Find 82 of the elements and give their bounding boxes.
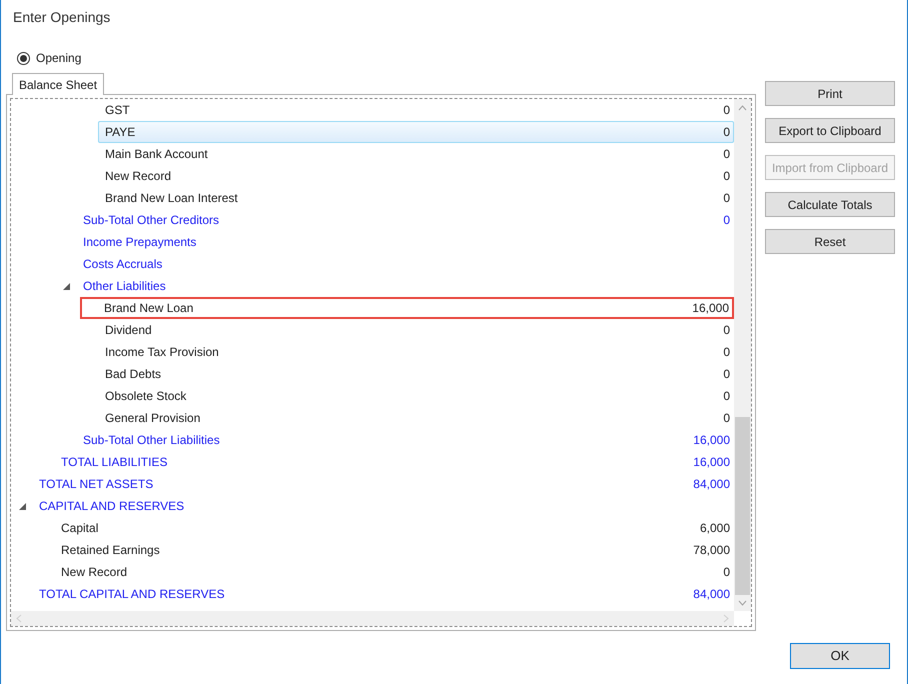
tree-row[interactable]: TOTAL NET ASSETS 84,000	[32, 473, 734, 495]
row-amount: 16,000	[693, 454, 730, 471]
action-button[interactable]: Reset	[765, 229, 895, 254]
row-amount: 0	[723, 190, 730, 207]
row-amount: 0	[723, 102, 730, 119]
row-amount: 0	[723, 388, 730, 405]
row-label: CAPITAL AND RESERVES	[39, 498, 184, 515]
scroll-left-icon[interactable]	[16, 614, 22, 623]
tree-row[interactable]: Retained Earnings 78,000	[54, 539, 734, 561]
ok-button[interactable]: OK	[790, 643, 890, 669]
row-label: Brand New Loan Interest	[105, 190, 238, 207]
row-amount: 0	[723, 564, 730, 581]
tree-row[interactable]: Brand New Loan 16,000	[80, 297, 734, 319]
row-label: TOTAL NET ASSETS	[39, 476, 154, 493]
row-amount: 0	[723, 146, 730, 163]
row-label: Sub-Total Other Liabilities	[83, 432, 220, 449]
row-label: General Provision	[105, 410, 200, 427]
tab[interactable]: Balance Sheet	[12, 73, 104, 95]
row-label: Main Bank Account	[105, 146, 208, 163]
row-label: New Record	[61, 564, 128, 581]
row-label: Sub-Total Other Creditors	[83, 212, 220, 229]
tree-row[interactable]: Costs Accruals	[76, 253, 734, 275]
tree-row[interactable]: PAYE 0	[98, 121, 734, 143]
row-label: Brand New Loan	[104, 300, 194, 317]
tree-row[interactable]: Income Prepayments	[76, 231, 734, 253]
row-amount: 0	[723, 410, 730, 427]
action-button[interactable]: Export to Clipboard	[765, 118, 895, 143]
row-amount: 84,000	[693, 476, 730, 493]
scroll-up-icon[interactable]	[738, 105, 747, 111]
tree-row[interactable]: New Record 0	[98, 165, 734, 187]
row-label: TOTAL LIABILITIES	[61, 454, 168, 471]
action-button[interactable]: Print	[765, 81, 895, 106]
row-amount: 16,000	[692, 300, 729, 317]
row-label: Obsolete Stock	[105, 388, 186, 405]
row-label: Retained Earnings	[61, 542, 160, 559]
tree-row[interactable]: Sub-Total Other Creditors 0	[76, 209, 734, 231]
horizontal-scrollbar[interactable]	[11, 611, 734, 626]
tree-row[interactable]: Income Tax Provision 0	[98, 341, 734, 363]
row-label: Capital	[61, 520, 98, 537]
row-label: PAYE	[105, 124, 136, 141]
action-button[interactable]: Calculate Totals	[765, 192, 895, 217]
row-label: GST	[105, 102, 130, 119]
tree-row[interactable]: Dividend 0	[98, 319, 734, 341]
row-amount: 0	[723, 366, 730, 383]
tree-row[interactable]: Obsolete Stock 0	[98, 385, 734, 407]
tree-row[interactable]: Capital 6,000	[54, 517, 734, 539]
row-amount: 78,000	[693, 542, 730, 559]
row-amount: 0	[723, 124, 730, 141]
window-title: Enter Openings	[13, 8, 110, 27]
row-amount: 84,000	[693, 586, 730, 603]
scroll-down-icon[interactable]	[738, 600, 747, 606]
row-label: Dividend	[105, 322, 152, 339]
row-amount: 0	[723, 344, 730, 361]
scroll-right-icon[interactable]	[723, 614, 729, 623]
tree-row[interactable]: Bad Debts 0	[98, 363, 734, 385]
expanded-triangle-icon[interactable]	[62, 282, 70, 290]
row-amount: 0	[723, 322, 730, 339]
row-amount: 16,000	[693, 432, 730, 449]
scroll-thumb[interactable]	[735, 417, 750, 595]
tree-row[interactable]: Sub-Total Other Liabilities 16,000	[76, 429, 734, 451]
tree-row[interactable]: General Provision 0	[98, 407, 734, 429]
tree-row[interactable]: GST 0	[98, 99, 734, 121]
row-label: Income Prepayments	[83, 234, 196, 251]
tree-row[interactable]: New Record 0	[54, 561, 734, 583]
tree-row[interactable]: Other Liabilities	[76, 275, 734, 297]
tree-row[interactable]: CAPITAL AND RESERVES	[32, 495, 734, 517]
row-amount: 6,000	[700, 520, 730, 537]
vertical-scrollbar[interactable]	[734, 99, 751, 611]
row-label: Bad Debts	[105, 366, 162, 383]
tree-row[interactable]: TOTAL LIABILITIES 16,000	[54, 451, 734, 473]
row-label: New Record	[105, 168, 172, 185]
row-amount: 0	[723, 212, 730, 229]
row-amount: 0	[723, 168, 730, 185]
tree-row[interactable]: TOTAL CAPITAL AND RESERVES 84,000	[32, 583, 734, 605]
radio-button[interactable]: Opening	[17, 49, 82, 67]
row-label: TOTAL CAPITAL AND RESERVES	[39, 586, 225, 603]
expanded-triangle-icon[interactable]	[18, 502, 26, 510]
row-label: Other Liabilities	[83, 278, 166, 295]
tree-row[interactable]: Brand New Loan Interest 0	[98, 187, 734, 209]
row-label: Income Tax Provision	[105, 344, 219, 361]
tree-row[interactable]: Main Bank Account 0	[98, 143, 734, 165]
row-label: Costs Accruals	[83, 256, 162, 273]
